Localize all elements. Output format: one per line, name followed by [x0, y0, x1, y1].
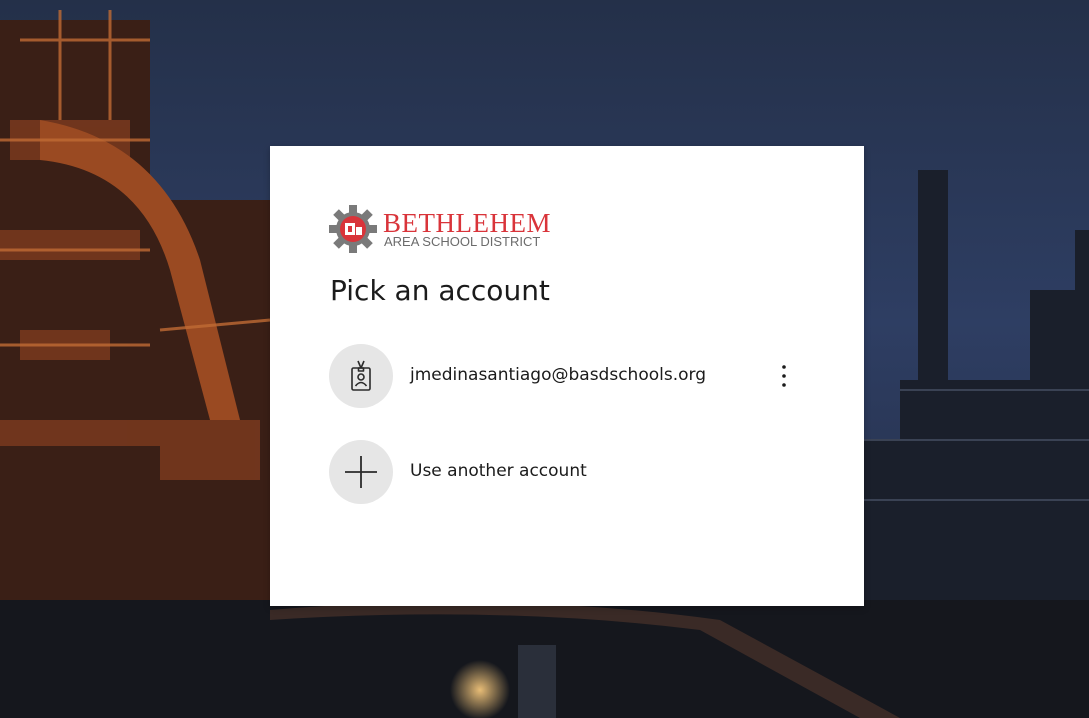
- page-title: Pick an account: [330, 274, 550, 307]
- add-account-avatar: [329, 440, 393, 504]
- district-subtitle: AREA SCHOOL DISTRICT: [384, 234, 541, 249]
- sign-in-card: BETHLEHEM AREA SCHOOL DISTRICT Pick an a…: [270, 146, 864, 606]
- plus-icon: [345, 456, 377, 488]
- account-avatar: [329, 344, 393, 408]
- use-another-account-label: Use another account: [410, 461, 587, 481]
- account-tile[interactable]: jmedinasantiago@basdschools.org: [318, 338, 818, 414]
- district-name: BETHLEHEM: [383, 208, 551, 238]
- more-options-button[interactable]: [768, 358, 800, 394]
- badge-icon: [351, 360, 371, 391]
- gear-logo-icon: [329, 205, 377, 253]
- more-options-icon: [782, 365, 786, 387]
- district-logo: BETHLEHEM AREA SCHOOL DISTRICT: [328, 204, 568, 254]
- use-another-account-tile[interactable]: Use another account: [318, 434, 818, 510]
- account-email: jmedinasantiago@basdschools.org: [410, 365, 706, 385]
